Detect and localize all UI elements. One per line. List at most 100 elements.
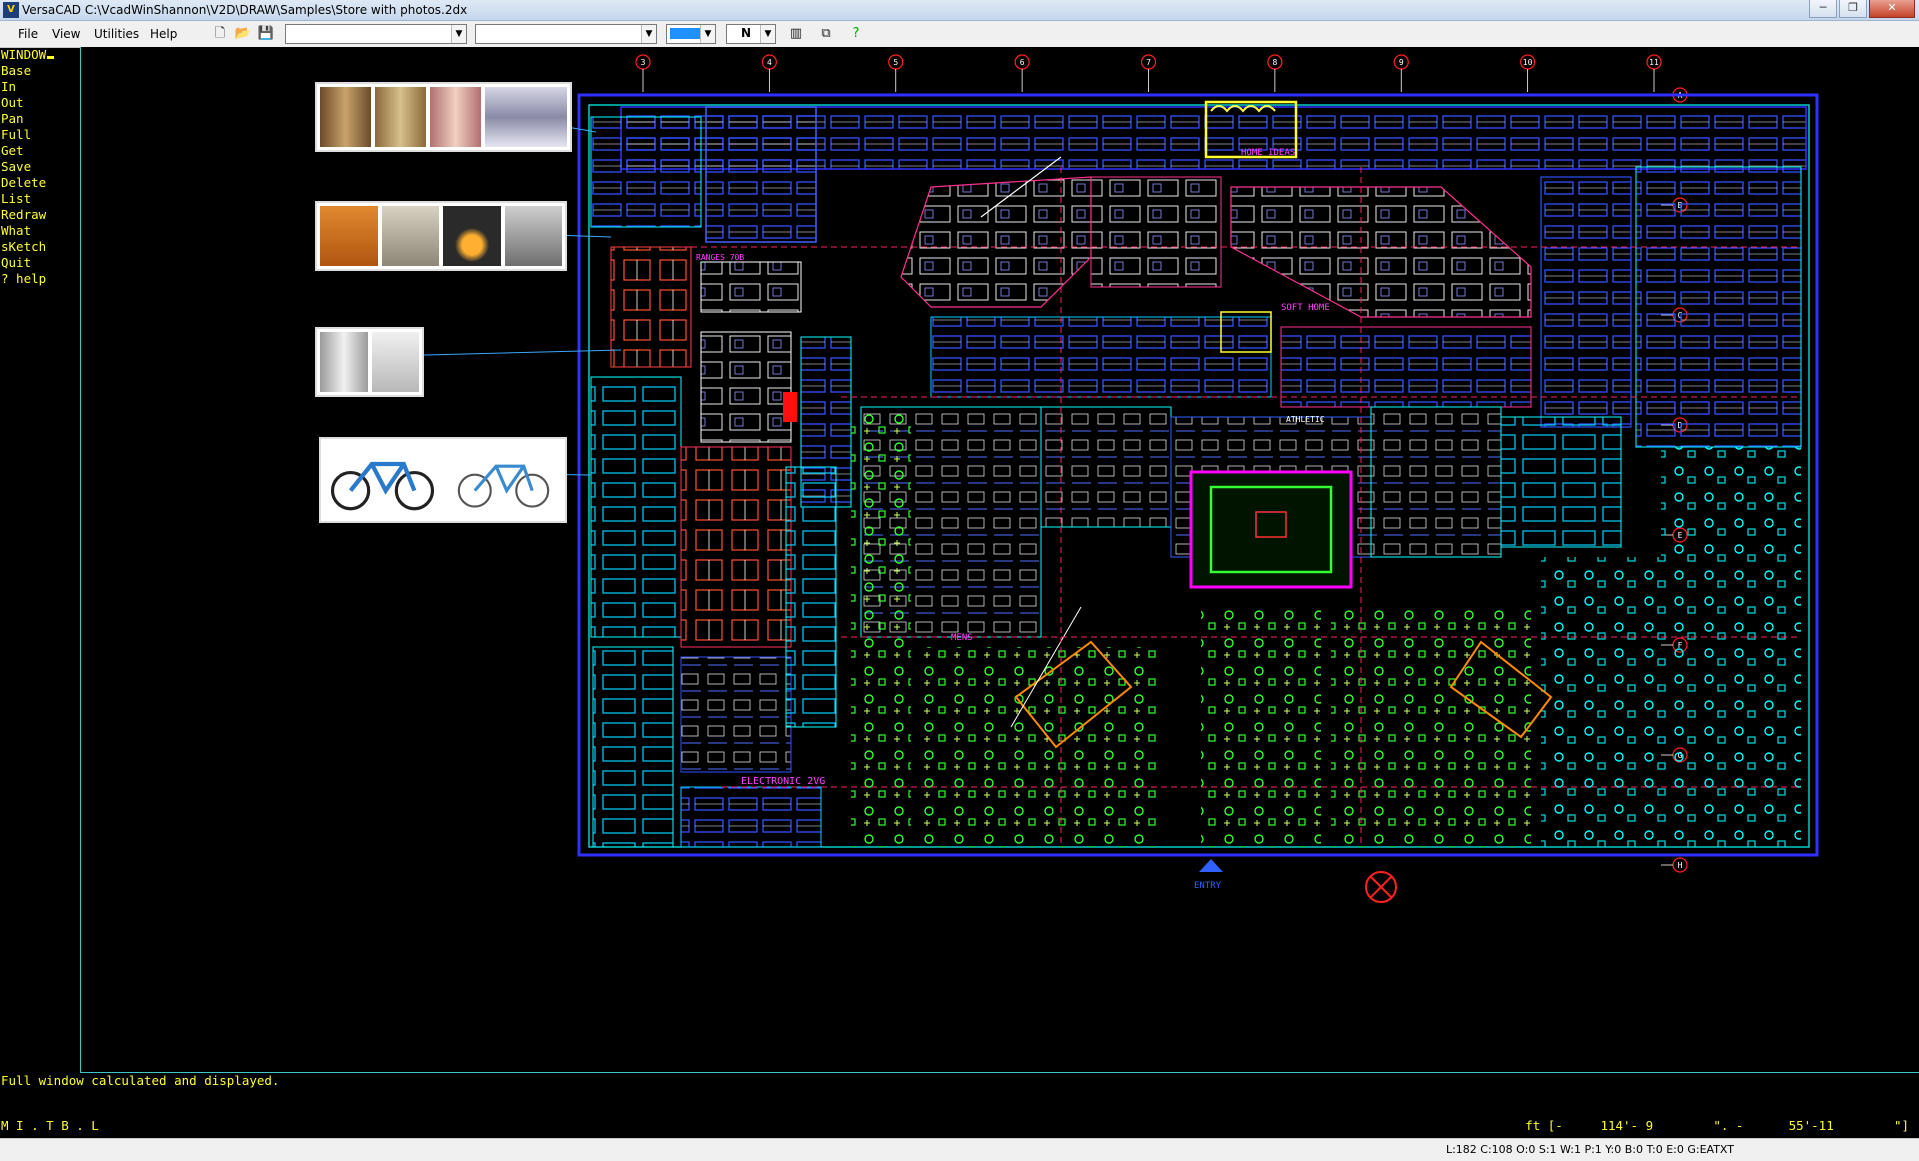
bicycle-diagram-image (445, 442, 562, 518)
open-file-button[interactable]: 📂 (233, 24, 253, 44)
command-help[interactable]: ? help (1, 271, 79, 287)
command-delete[interactable]: Delete (1, 175, 79, 191)
help-button[interactable]: ? (846, 24, 866, 44)
grid-label-H: H (1678, 861, 1683, 870)
photo-bicycles[interactable] (319, 437, 567, 523)
dept-kids (1500, 416, 1622, 548)
center-island (1189, 470, 1353, 589)
grid-label-6: 6 (1020, 58, 1025, 67)
window-controls: ─ ❐ ✕ (1807, 0, 1915, 18)
label-home-ideas: HOME IDEAS (1241, 148, 1295, 158)
dept-casual (1230, 186, 1532, 318)
dept-electronics (680, 656, 792, 773)
range-image (381, 206, 439, 266)
bicycle-image (324, 442, 441, 518)
color-combo[interactable]: ▼ (666, 24, 716, 44)
command-full[interactable]: Full (1, 127, 79, 143)
curtain-image (430, 87, 482, 147)
dept-electronics-2 (680, 786, 822, 848)
command-sketch[interactable]: sKetch (1, 239, 79, 255)
command-menu: WINDOW Base In Out Pan Full Get Save Del… (1, 47, 79, 287)
label-mens: MENS (951, 633, 973, 643)
command-what[interactable]: What (1, 223, 79, 239)
chevron-down-icon: ▼ (700, 25, 715, 43)
command-in[interactable]: In (1, 79, 79, 95)
coordinate-readout: ft [- 114'- 9 ". - 55'-11 "] (1525, 1118, 1909, 1133)
grid-label-4: 4 (767, 58, 772, 67)
chevron-down-icon: ▼ (451, 25, 466, 43)
dept-soft-home-right (1280, 326, 1532, 408)
command-out[interactable]: Out (1, 95, 79, 111)
chevron-down-icon: ▼ (760, 25, 775, 43)
curtain-image (375, 87, 427, 147)
red-display (783, 392, 797, 422)
app-icon: V (3, 2, 19, 18)
text-cursor (47, 56, 55, 59)
layout-panels-icon: ▥ (789, 26, 803, 41)
command-redraw[interactable]: Redraw (1, 207, 79, 223)
label-electronics: ELECTRONIC 2VG (741, 776, 825, 787)
command-save[interactable]: Save (1, 159, 79, 175)
dept-electronics-wall (592, 646, 674, 848)
command-list[interactable]: List (1, 191, 79, 207)
dept-center-left (785, 466, 837, 728)
restore-button[interactable]: ❐ (1839, 0, 1867, 18)
layer-combo[interactable]: ▼ (285, 24, 467, 44)
menu-bar: File View Utilities Help 🗋 📂 💾 ▼ ▼ ▼ N ▼… (0, 21, 1919, 48)
close-button[interactable]: ✕ (1869, 0, 1915, 18)
open-folder-icon: 📂 (234, 26, 252, 41)
dept-bath (680, 446, 792, 648)
dept-furniture (900, 176, 1092, 308)
command-pan[interactable]: Pan (1, 111, 79, 127)
window-title: VersaCAD C:\VcadWinShannon\V2D\DRAW\Samp… (22, 3, 468, 17)
command-get[interactable]: Get (1, 143, 79, 159)
dept-home-ideas (1090, 176, 1222, 288)
menu-file[interactable]: File (18, 27, 38, 41)
command-prompt[interactable]: M I . T B . L (1, 1118, 99, 1133)
label-ranges: RANGES 70B (696, 253, 744, 262)
pen-combo[interactable]: N ▼ (726, 24, 776, 44)
menu-utilities[interactable]: Utilities (94, 27, 139, 41)
grid-label-8: 8 (1272, 58, 1277, 67)
drawing-canvas[interactable]: 34567891011 ABCDEFGH (66, 47, 1919, 1073)
windows-icon: ⧉ (821, 26, 831, 41)
help-question-icon: ? (852, 26, 860, 41)
menu-view[interactable]: View (52, 27, 80, 41)
label-soft-home: SOFT HOME (1281, 303, 1330, 313)
grid-label-10: 10 (1523, 58, 1533, 67)
save-file-button[interactable]: 💾 (256, 24, 276, 44)
photo-curtains[interactable] (315, 82, 572, 152)
command-window[interactable]: WINDOW (1, 47, 79, 63)
fixture-field-center (1201, 607, 1321, 847)
minimize-button[interactable]: ─ (1809, 0, 1837, 18)
orange-stove-image (320, 206, 378, 266)
command-base[interactable]: Base (1, 63, 79, 79)
new-file-button[interactable]: 🗋 (210, 24, 230, 44)
photo-ranges[interactable] (315, 201, 567, 271)
dept-far-right (1635, 166, 1802, 448)
command-quit[interactable]: Quit (1, 255, 79, 271)
color-swatch (670, 28, 700, 39)
fixture-field-left (851, 407, 911, 847)
label-entry: ENTRY (1194, 881, 1222, 891)
status-text: L:182 C:108 O:0 S:1 W:1 P:1 Y:0 B:0 T:0 … (1445, 1143, 1734, 1156)
windows-button[interactable]: ⧉ (816, 24, 836, 44)
grid-label-11: 11 (1649, 58, 1659, 67)
style-combo[interactable]: ▼ (475, 24, 657, 44)
freezer-image (371, 332, 419, 392)
column-grid: 3 4 5 6 7 8 9 10 11 (635, 54, 1662, 92)
dept-top-left-2 (705, 106, 817, 243)
dept-appliances-2 (700, 331, 792, 443)
drape-image (485, 87, 568, 147)
grid-label-3: 3 (641, 58, 646, 67)
photo-refrigerators[interactable] (315, 327, 424, 397)
label-athletic: ATHLETIC (1286, 415, 1325, 424)
entry-marker: ENTRY (1194, 859, 1223, 891)
refrigerator-image (320, 332, 368, 392)
fixture-field-center-left (921, 647, 1161, 847)
layout-button[interactable]: ▥ (786, 24, 806, 44)
chevron-down-icon: ▼ (641, 25, 656, 43)
menu-help[interactable]: Help (150, 27, 177, 41)
dept-sportswear (1370, 406, 1502, 558)
dept-ranges (610, 246, 692, 368)
